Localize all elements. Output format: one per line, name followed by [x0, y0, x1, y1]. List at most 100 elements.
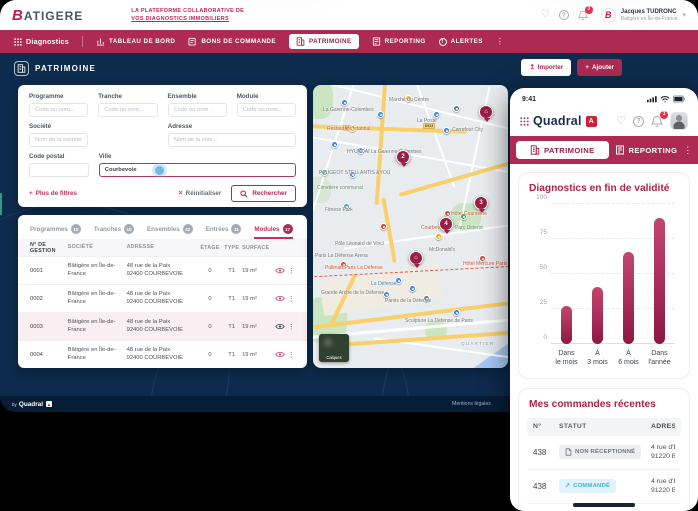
view-eye-icon[interactable]	[272, 267, 287, 274]
poi-pin[interactable]	[380, 223, 387, 230]
house-icon: ⌂	[484, 109, 488, 115]
row-menu-icon[interactable]: ⋮	[287, 351, 295, 359]
nav-item-reporting[interactable]: REPORTING	[372, 37, 426, 46]
click-cursor-indicator	[155, 166, 164, 175]
view-eye-icon[interactable]	[272, 351, 287, 358]
user-avatar: B	[601, 8, 616, 23]
user-avatar-photo[interactable]	[670, 112, 688, 130]
results-tabs: Programmes10 Tranches10 Ensembles42 Entr…	[18, 215, 307, 239]
filter-row-2: Société Adresse	[29, 123, 296, 147]
table-row[interactable]: 0004 Bâtigère en Île-de-France 48 rue de…	[18, 340, 307, 368]
map-road-major	[381, 197, 396, 263]
property-marker[interactable]: 3	[474, 196, 488, 210]
tab-tranches[interactable]: Tranches10	[94, 224, 134, 239]
help-icon[interactable]: ?	[633, 116, 644, 127]
poi-pin[interactable]	[433, 111, 440, 118]
programme-input[interactable]	[29, 103, 88, 117]
property-marker[interactable]: 4	[439, 217, 453, 231]
poi-pin[interactable]	[443, 127, 450, 134]
chart-bar[interactable]	[561, 306, 572, 344]
societe-input[interactable]	[29, 133, 88, 147]
code-postal-input[interactable]	[29, 163, 89, 177]
phone-header-icons: ♡ ? 3	[616, 112, 688, 130]
module-input[interactable]	[237, 103, 296, 117]
tranche-input[interactable]	[98, 103, 157, 117]
nav-more-icon[interactable]: ⋮	[496, 37, 504, 46]
row-menu-icon[interactable]: ⋮	[287, 323, 295, 331]
table-row[interactable]: 0001 Bâtigère en Île-de-France 48 rue de…	[18, 256, 307, 284]
favorites-heart-icon[interactable]: ♡	[541, 10, 550, 20]
property-marker-house[interactable]: ⌂	[409, 251, 423, 265]
favorites-heart-icon[interactable]: ♡	[616, 116, 626, 127]
y-tick: 50	[529, 264, 547, 271]
close-icon: ×	[179, 190, 183, 197]
poi-pin[interactable]	[444, 210, 451, 217]
import-button[interactable]: ↥ Importer	[521, 59, 571, 76]
ensemble-input[interactable]	[168, 103, 227, 117]
order-row[interactable]: 438 NON RÉCEPTIONNÉ 4 rue d'Es91220 BRE	[527, 436, 681, 470]
poi-pin[interactable]	[331, 141, 338, 148]
tab-ensembles[interactable]: Ensembles42	[147, 224, 193, 239]
help-icon[interactable]: ?	[559, 10, 569, 20]
phone-header: Quadral A ♡ ? 3	[510, 106, 698, 136]
nav-item-tableau-de-bord[interactable]: TABLEAU DE BORD	[96, 37, 175, 46]
table-row[interactable]: 0002 Bâtigère en Île-de-France 48 rue de…	[18, 284, 307, 312]
tab-programmes[interactable]: Programmes10	[30, 224, 81, 239]
row-menu-icon[interactable]: ⋮	[287, 295, 295, 303]
property-marker[interactable]: 2	[396, 150, 410, 164]
order-row[interactable]: 438 ↗ COMMANDÉ 4 rue d'Es91220 BRE	[527, 470, 681, 504]
map[interactable]: D908 D913	[313, 85, 508, 368]
phone-tab-reporting[interactable]: REPORTING	[615, 145, 678, 155]
chart-bar[interactable]	[654, 218, 665, 344]
phone-content: Diagnostics en fin de validité 100 75 50…	[510, 164, 698, 511]
search-button[interactable]: Rechercher	[231, 185, 296, 202]
map-road-major	[375, 85, 388, 205]
spacer	[98, 123, 157, 147]
filter-row-1: Programme Tranche Ensemble Module	[29, 93, 296, 117]
reset-link[interactable]: × Réinitialiser	[179, 190, 222, 197]
poi-pin[interactable]	[409, 285, 416, 292]
phone-status-bar: 9:41	[510, 88, 698, 106]
adresse-input[interactable]	[168, 133, 296, 147]
ville-input[interactable]	[99, 163, 296, 177]
phone-more-icon[interactable]: ⋮	[683, 145, 692, 156]
chart-bar[interactable]	[592, 287, 603, 344]
chart-bar[interactable]	[623, 252, 634, 344]
poi-pin[interactable]	[341, 99, 348, 106]
status-badge: NON RÉCEPTIONNÉ	[559, 445, 641, 459]
building-icon	[530, 145, 540, 155]
home-indicator[interactable]	[573, 503, 635, 507]
user-menu[interactable]: B Jacques TUDRONC Batigère en Île-de-Fra…	[601, 8, 686, 23]
view-eye-icon[interactable]	[272, 295, 287, 302]
nav-item-diagnostics[interactable]: Diagnostics	[14, 37, 69, 46]
map-layers-control[interactable]: Calques	[319, 334, 349, 362]
grid-icon	[14, 38, 22, 46]
add-button[interactable]: + Ajouter	[577, 59, 622, 76]
property-marker-house[interactable]: ⌂	[479, 105, 493, 119]
tab-modules[interactable]: Modules17	[254, 224, 292, 239]
batigere-logo-b: B	[12, 7, 24, 24]
more-filters-link[interactable]: + Plus de filtres	[29, 190, 77, 197]
y-tick: 75	[529, 229, 547, 236]
nav-item-patrimoine[interactable]: PATRIMOINE	[289, 34, 359, 49]
poi-pin[interactable]	[435, 233, 442, 240]
map-road-major	[399, 161, 508, 197]
poi-pin[interactable]	[453, 105, 460, 112]
phone-tab-patrimoine[interactable]: PATRIMOINE	[516, 141, 609, 159]
poi-pin[interactable]	[453, 309, 460, 316]
upload-icon: ↥	[529, 64, 534, 71]
notifications-bell-icon[interactable]: 3	[651, 115, 663, 128]
map-label: Grande Arche de la Défense	[321, 290, 384, 296]
notifications-bell-icon[interactable]: 3	[578, 10, 588, 21]
nav-item-bons-de-commande[interactable]: BONS DE COMMANDE	[188, 37, 276, 46]
dashboard-chart-icon	[96, 37, 105, 46]
poi-pin[interactable]	[377, 111, 384, 118]
view-eye-icon[interactable]	[272, 323, 287, 330]
row-menu-icon[interactable]: ⋮	[287, 267, 295, 275]
table-row-highlighted[interactable]: 0003 Bâtigère en Île-de-France 48 rue de…	[18, 312, 307, 340]
legal-link[interactable]: Mentions légales	[452, 401, 491, 407]
filters-card: Programme Tranche Ensemble Module	[18, 85, 307, 207]
tab-entrees[interactable]: Entrées11	[206, 224, 242, 239]
nav-item-alertes[interactable]: ! ALERTES	[439, 38, 483, 46]
tagline-line1: LA PLATEFORME COLLABORATIVE DE	[131, 7, 244, 15]
